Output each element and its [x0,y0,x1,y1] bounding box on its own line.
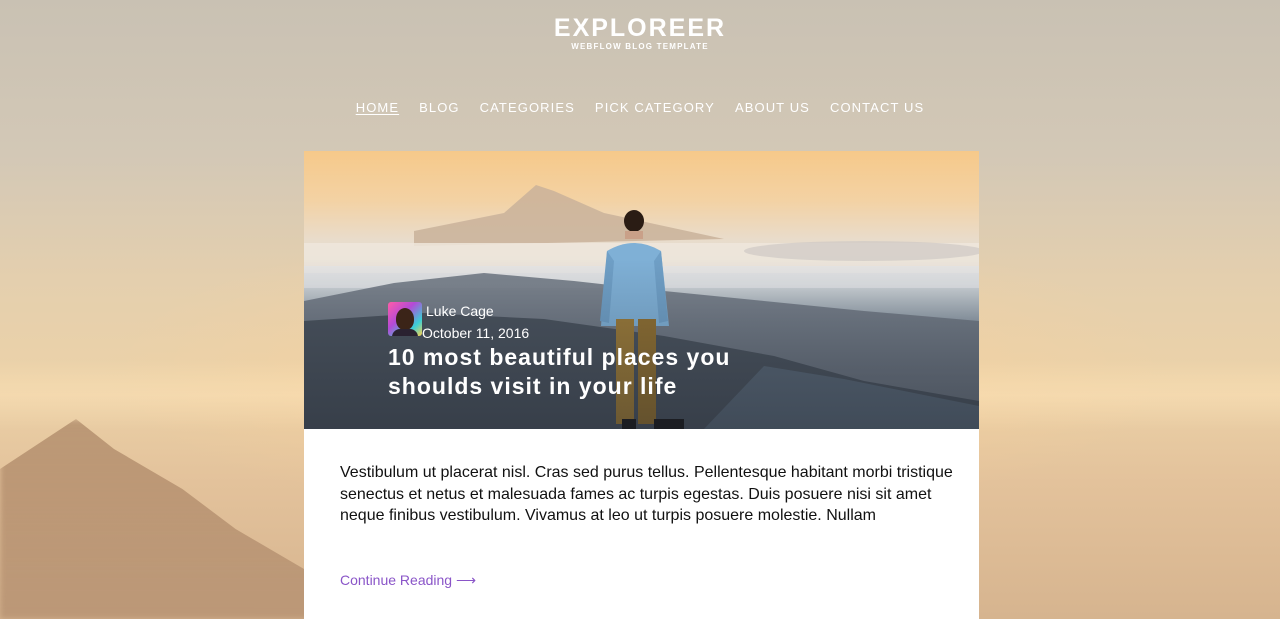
nav-contact-us[interactable]: CONTACT US [820,100,934,116]
post-author[interactable]: Luke Cage October 11, 2016 [388,301,529,342]
logo-subtitle: WEBFLOW BLOG TEMPLATE [571,42,709,51]
blog-post-card: Luke Cage October 11, 2016 10 most beaut… [304,151,979,619]
post-title[interactable]: 10 most beautiful places you shoulds vis… [388,343,788,401]
author-avatar[interactable] [388,302,422,336]
post-hero-image[interactable]: Luke Cage October 11, 2016 10 most beaut… [304,151,979,429]
site-logo[interactable]: EXPLOREER WEBFLOW BLOG TEMPLATE [0,14,1280,52]
main-nav: HOME BLOG CATEGORIES PICK CATEGORY ABOUT… [0,100,1280,116]
continue-reading-link[interactable]: Continue Reading ⟶ [340,571,476,589]
nav-home[interactable]: HOME [346,100,409,116]
post-excerpt: Vestibulum ut placerat nisl. Cras sed pu… [340,464,953,524]
nav-pick-category[interactable]: PICK CATEGORY [585,100,725,116]
post-date: October 11, 2016 [422,325,530,341]
nav-categories[interactable]: CATEGORIES [470,100,585,116]
logo-title: EXPLOREER [553,14,727,42]
nav-blog[interactable]: BLOG [409,100,470,116]
author-name[interactable]: Luke Cage [426,302,529,320]
author-meta: Luke Cage October 11, 2016 [422,301,529,342]
nav-about-us[interactable]: ABOUT US [725,100,820,116]
